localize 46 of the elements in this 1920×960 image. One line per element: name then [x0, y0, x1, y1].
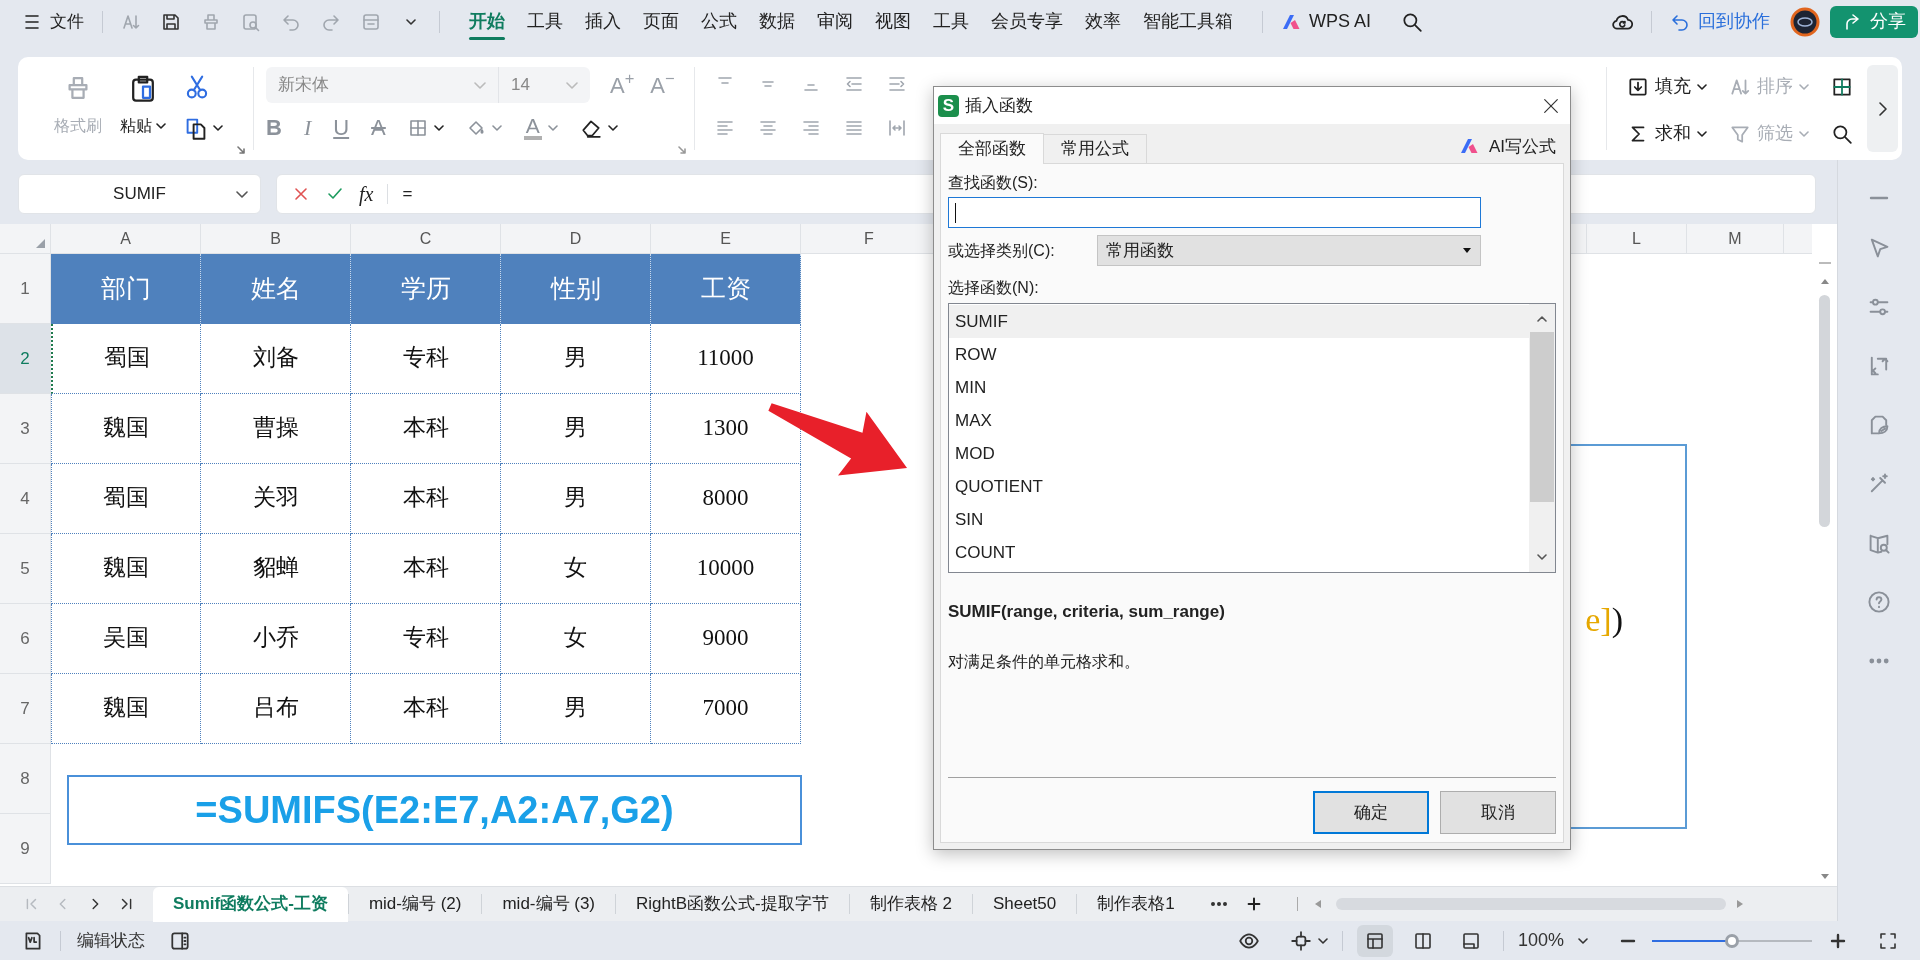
- table-cell: 本科: [351, 394, 501, 464]
- edit-status: 编辑状态: [77, 929, 145, 952]
- table-cell: 本科: [351, 464, 501, 534]
- table-cell: 关羽: [201, 464, 351, 534]
- table-cell: 男: [501, 324, 651, 394]
- formula-text: =: [402, 183, 413, 206]
- formula-callout: =SUMIFS(E2:E7,A2:A7,G2): [67, 775, 802, 845]
- table-cell: 11000: [651, 324, 801, 394]
- table-cell: 9000: [651, 604, 801, 674]
- table-cell: 貂蝉: [201, 534, 351, 604]
- table-header-cell: 学历: [351, 254, 501, 324]
- table-header-cell: 姓名: [201, 254, 351, 324]
- table-cell: 魏国: [51, 674, 201, 744]
- dialog-title: 插入函数: [965, 94, 1033, 117]
- table-cell: 专科: [351, 324, 501, 394]
- app-badge: S: [938, 94, 959, 117]
- table-cell: 蜀国: [51, 324, 201, 394]
- table-cell: 魏国: [51, 534, 201, 604]
- category-label: 或选择类别(C):: [948, 240, 1056, 261]
- table-cell: 吕布: [201, 674, 351, 744]
- function-description: 对满足条件的单元格求和。: [948, 652, 1141, 672]
- table-cell: 男: [501, 674, 651, 744]
- table-cell: 女: [501, 534, 651, 604]
- table-cell: 女: [501, 604, 651, 674]
- table-cell: 小乔: [201, 604, 351, 674]
- table-cell: 10000: [651, 534, 801, 604]
- table-cell: 男: [501, 394, 651, 464]
- syntax-text: e]): [1585, 600, 1623, 640]
- table-cell: 本科: [351, 534, 501, 604]
- table-cell: 魏国: [51, 394, 201, 464]
- list-label: 选择函数(N):: [948, 278, 1040, 298]
- table-cell: 1300: [651, 394, 801, 464]
- function-signature: SUMIF(range, criteria, sum_range): [948, 602, 1226, 622]
- table-header-cell: 部门: [51, 254, 201, 324]
- table-cell: 曹操: [201, 394, 351, 464]
- table-cell: 专科: [351, 604, 501, 674]
- table-cell: 男: [501, 464, 651, 534]
- search-label: 查找函数(S):: [948, 173, 1039, 193]
- table-cell: 7000: [651, 674, 801, 744]
- table-cell: 吴国: [51, 604, 201, 674]
- table-cell: 蜀国: [51, 464, 201, 534]
- table-cell: 8000: [651, 464, 801, 534]
- table-cell: 本科: [351, 674, 501, 744]
- table-header-cell: 性别: [501, 254, 651, 324]
- table-cell: 刘备: [201, 324, 351, 394]
- table-header-cell: 工资: [651, 254, 801, 324]
